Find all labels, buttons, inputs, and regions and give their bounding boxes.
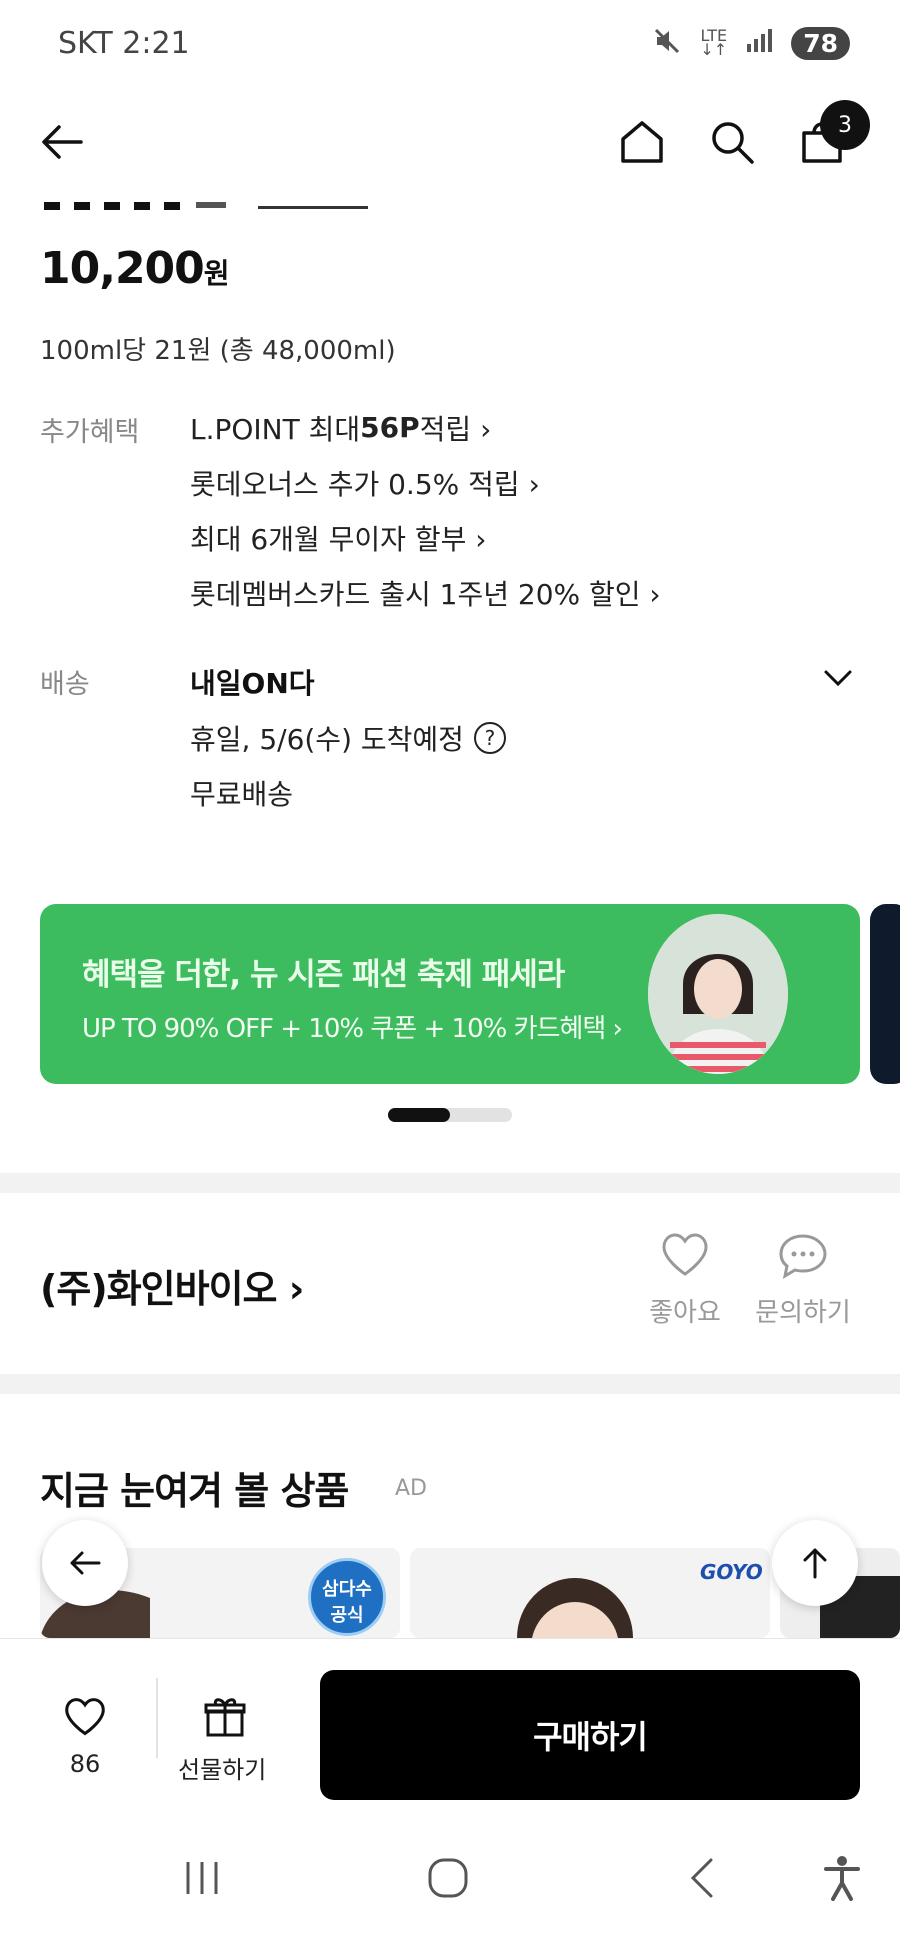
back-arrow-icon <box>42 125 83 159</box>
banner-model-image <box>648 914 788 1074</box>
back-button[interactable] <box>30 110 94 174</box>
home-icon <box>621 121 663 163</box>
heart-icon <box>662 1233 708 1276</box>
promo-banner[interactable]: 혜택을 더한, 뉴 시즌 패션 축제 패세라 UP TO 90% OFF + 1… <box>40 904 860 1084</box>
delivery-eta: 휴일, 5/6(수) 도착예정 ? <box>190 718 506 758</box>
chevron-left-icon <box>690 1858 713 1898</box>
banner-title: 혜택을 더한, 뉴 시즌 패션 축제 패세라 <box>82 957 565 993</box>
heart-icon <box>65 1698 105 1736</box>
chat-bubble-icon <box>779 1234 827 1280</box>
brand-label: GOYO <box>700 1560 763 1584</box>
arrow-left-icon <box>70 1551 101 1575</box>
recommend-card-2[interactable]: GOYO <box>410 1548 770 1638</box>
delivery-fee: 무료배송 <box>190 778 294 811</box>
lte-icon: LTE ↓↑ <box>700 26 728 59</box>
status-time: SKT 2:21 <box>58 26 190 61</box>
back-nav-button[interactable] <box>670 1846 734 1910</box>
recommend-title: 지금 눈여겨 볼 상품 <box>40 1469 349 1513</box>
status-icons: LTE ↓↑ 78 <box>652 26 850 60</box>
product-price: 10,200원 <box>40 243 230 294</box>
delivery-label: 배송 <box>40 669 90 700</box>
top-header <box>0 92 900 192</box>
inquiry-label: 문의하기 <box>755 1298 851 1328</box>
status-bar: SKT 2:21 LTE ↓↑ 78 <box>0 0 900 92</box>
delivery-expand-button[interactable] <box>816 656 860 700</box>
accessibility-icon <box>824 1856 860 1901</box>
cart-count-badge: 3 <box>820 100 870 150</box>
brand-badge: 삼다수 공식 <box>308 1558 386 1636</box>
home-circle-icon <box>428 1858 468 1898</box>
wishlist-count: 86 <box>69 1750 101 1778</box>
home-nav-button[interactable] <box>416 1846 480 1910</box>
seller-name-link[interactable]: (주)화인바이오 › <box>40 1258 304 1313</box>
benefit-installment[interactable]: 최대 6개월 무이자 할부 › <box>190 510 661 565</box>
banner-pager-active <box>388 1108 450 1122</box>
chevron-down-icon <box>824 670 852 687</box>
battery-indicator: 78 <box>791 26 850 60</box>
section-divider <box>0 1173 900 1193</box>
search-icon <box>712 122 754 164</box>
search-button[interactable] <box>700 110 764 174</box>
buy-button[interactable]: 구매하기 <box>320 1670 860 1800</box>
seller-like-button[interactable]: 좋아요 <box>640 1232 730 1329</box>
scroll-left-button[interactable] <box>42 1520 128 1606</box>
gift-icon <box>204 1698 246 1737</box>
scroll-top-button[interactable] <box>772 1520 858 1606</box>
benefit-lpoint[interactable]: L.POINT 최대 56P 적립 › <box>190 400 661 455</box>
benefits-list: L.POINT 최대 56P 적립 › 롯데오너스 추가 0.5% 적립 › 최… <box>190 400 661 620</box>
mute-icon <box>652 26 682 60</box>
bottom-divider <box>156 1678 158 1758</box>
home-button[interactable] <box>610 110 674 174</box>
help-icon[interactable]: ? <box>473 722 506 754</box>
signal-icon <box>745 28 773 58</box>
accessibility-button[interactable] <box>810 1846 874 1910</box>
section-divider-2 <box>0 1374 900 1394</box>
banner-subtitle: UP TO 90% OFF + 10% 쿠폰 + 10% 카드혜택 › <box>82 1014 623 1044</box>
rating-row-partial <box>40 192 380 210</box>
seller-inquiry-button[interactable]: 문의하기 <box>748 1232 858 1329</box>
recent-apps-button[interactable] <box>170 1846 234 1910</box>
like-label: 좋아요 <box>649 1298 721 1328</box>
unit-price: 100ml당 21원 (총 48,000ml) <box>40 336 396 366</box>
wishlist-button[interactable] <box>60 1694 110 1740</box>
delivery-title: 내일ON다 <box>190 667 315 700</box>
arrow-up-icon <box>803 1548 827 1579</box>
benefit-members-card[interactable]: 롯데멤버스카드 출시 1주년 20% 할인 › <box>190 565 661 620</box>
system-nav-bar <box>0 1830 900 1950</box>
gift-button[interactable] <box>200 1694 250 1740</box>
next-banner-preview[interactable] <box>870 904 900 1084</box>
benefit-lotte-owners[interactable]: 롯데오너스 추가 0.5% 적립 › <box>190 455 661 510</box>
recent-apps-icon <box>186 1862 218 1894</box>
benefits-label: 추가혜택 <box>40 417 140 448</box>
gift-label: 선물하기 <box>178 1756 267 1784</box>
ad-tag: AD <box>395 1476 427 1501</box>
